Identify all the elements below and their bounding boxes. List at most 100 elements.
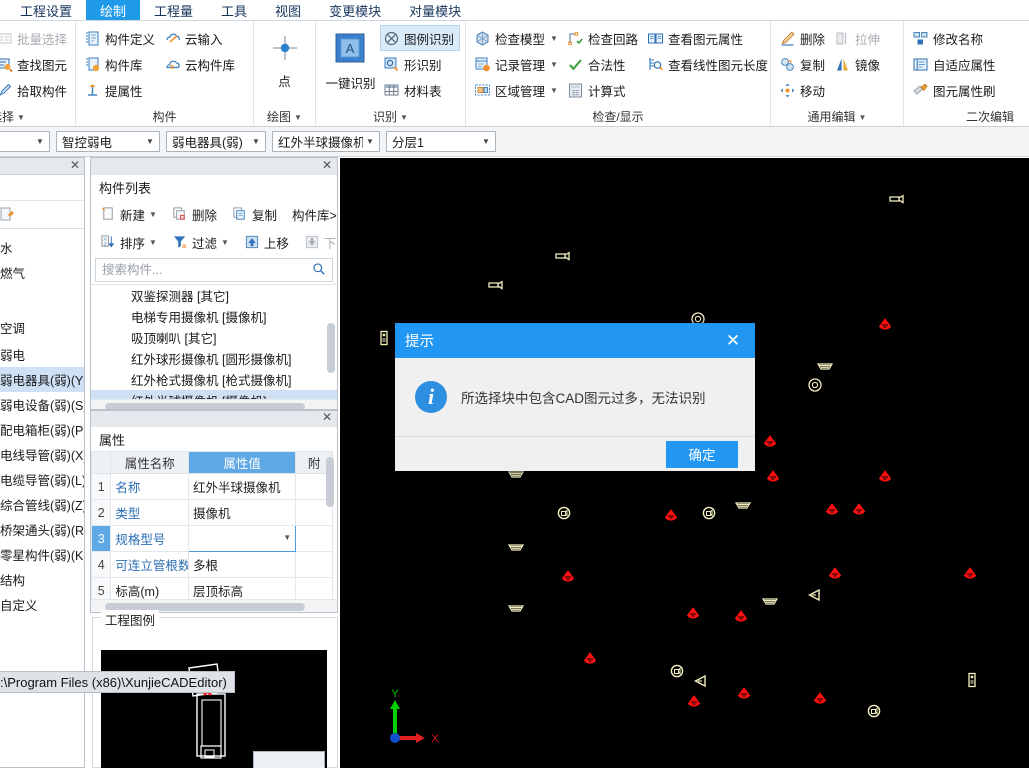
tree-node-misc-component[interactable]: 零星构件(弱)(K): [0, 542, 84, 567]
cad-symbol-dome-wide[interactable]: [507, 541, 525, 559]
cad-symbol-fan-camera[interactable]: [962, 565, 978, 583]
ribbon-item-adaptive-property[interactable]: 自适应属性: [909, 51, 1002, 77]
ribbon-item-check-model[interactable]: 检查模型 ▼: [471, 25, 564, 51]
cad-symbol-fan-camera[interactable]: [582, 650, 598, 668]
ribbon-item-area-manage[interactable]: 区域管理 ▼: [471, 77, 564, 103]
table-row[interactable]: 4 可连立管根数 多根: [91, 551, 333, 578]
cad-symbol-device-tall[interactable]: [376, 330, 392, 348]
ok-button[interactable]: 确定: [666, 440, 738, 468]
tree-node-integrated-pipe[interactable]: 综合管线(弱)(Z): [0, 492, 84, 517]
ribbon-item-formula[interactable]: 计算式: [564, 77, 644, 103]
cad-symbol-dome-wide[interactable]: [761, 595, 779, 613]
ribbon-item-cloud-input[interactable]: 云输入: [161, 25, 241, 51]
combo-category[interactable]: 弱电器具(弱) ▼: [166, 131, 266, 152]
list-item[interactable]: 红外球形摄像机 [圆形摄像机]: [91, 348, 337, 369]
tree-node-water[interactable]: 水: [0, 235, 84, 260]
close-icon[interactable]: ✕: [322, 158, 332, 172]
cad-symbol-bullet-camera[interactable]: [487, 277, 503, 295]
cad-symbol-fan-camera[interactable]: [877, 468, 893, 486]
search-input[interactable]: [102, 263, 312, 277]
search-icon[interactable]: [312, 262, 326, 279]
component-sort-button[interactable]: AZ 排序 ▼: [97, 231, 160, 253]
close-icon[interactable]: ✕: [70, 158, 80, 172]
scrollbar-thumb[interactable]: [105, 403, 305, 409]
cad-symbol-dome-wide[interactable]: [507, 602, 525, 620]
tab-measure-module[interactable]: 对量模块: [395, 0, 475, 20]
tree-node-wire-conduit[interactable]: 电线导管(弱)(X): [0, 442, 84, 467]
component-delete-button[interactable]: 删除: [169, 203, 220, 225]
tree-node-gas[interactable]: 燃气: [0, 260, 84, 285]
ribbon-item-component-define[interactable]: 构件定义: [81, 25, 161, 51]
cad-symbol-fan-camera[interactable]: [824, 501, 840, 519]
cad-symbol-fan-camera[interactable]: [686, 693, 702, 711]
ribbon-group-title-general-edit[interactable]: 通用编辑 ▼: [771, 108, 903, 125]
tree-node-distribution-box[interactable]: 配电箱柜(弱)(P): [0, 417, 84, 442]
ribbon-item-property-brush[interactable]: 图元属性刷: [909, 77, 1002, 103]
list-item[interactable]: 吸顶喇叭 [其它]: [91, 327, 337, 348]
combo-layer[interactable]: 分层1 ▼: [386, 131, 496, 152]
cad-symbol-tri-camera[interactable]: [692, 673, 708, 691]
component-new-button[interactable]: 新建 ▼: [97, 203, 160, 225]
cad-symbol-circle-camera[interactable]: [866, 703, 882, 721]
ribbon-item-pick-component[interactable]: 拾取构件: [0, 77, 73, 103]
ribbon-item-move[interactable]: 移动: [776, 77, 831, 103]
ribbon-item-validity[interactable]: 合法性: [564, 51, 644, 77]
cad-symbol-fan-camera[interactable]: [685, 605, 701, 623]
row-property-value[interactable]: 红外半球摄像机: [187, 473, 297, 500]
tree-node-custom[interactable]: 自定义: [0, 592, 84, 617]
cad-symbol-tri-camera[interactable]: [806, 587, 822, 605]
close-icon[interactable]: ✕: [721, 331, 745, 351]
cad-symbol-device-tall[interactable]: [964, 672, 980, 690]
tree-node-hvac[interactable]: 空调: [0, 313, 84, 342]
table-row[interactable]: 2 类型 摄像机: [91, 499, 333, 526]
table-row[interactable]: 1 名称 红外半球摄像机: [91, 473, 333, 500]
ribbon-group-title-recognize[interactable]: 识别 ▼: [316, 108, 465, 125]
combo-discipline[interactable]: 智控弱电 ▼: [56, 131, 160, 152]
ribbon-item-rename[interactable]: 修改名称: [909, 25, 1002, 51]
cad-symbol-fan-camera[interactable]: [877, 316, 893, 334]
ribbon-item-material-table[interactable]: 材料表: [380, 77, 460, 103]
list-item[interactable]: 双鉴探测器 [其它]: [91, 285, 337, 306]
tab-view[interactable]: 视图: [261, 0, 315, 20]
cad-symbol-fan-camera[interactable]: [762, 433, 778, 451]
ribbon-item-batch-select[interactable]: 批量选择: [0, 25, 73, 51]
cad-symbol-fan-camera[interactable]: [851, 501, 867, 519]
cad-symbol-fan-camera[interactable]: [812, 690, 828, 708]
ribbon-item-extract-property[interactable]: 提属性: [81, 77, 161, 103]
component-move-up-button[interactable]: 上移: [241, 231, 292, 253]
tree-node-weak-appliance[interactable]: 弱电器具(弱)(Y): [0, 367, 84, 392]
row-property-value[interactable]: 摄像机: [187, 499, 297, 526]
ribbon-item-component-library[interactable]: 构件库: [81, 51, 161, 77]
tree-new-icon[interactable]: [0, 206, 15, 223]
row-property-value[interactable]: 多根: [187, 551, 297, 578]
cad-symbol-dome-wide[interactable]: [734, 499, 752, 517]
tab-quantity[interactable]: 工程量: [140, 0, 207, 20]
cad-symbol-circle-camera[interactable]: [556, 505, 572, 523]
row-property-value-editor[interactable]: ▼: [187, 525, 297, 552]
ribbon-item-copy[interactable]: 复制: [776, 51, 831, 77]
row-attachment[interactable]: [295, 551, 333, 578]
table-row-selected[interactable]: 3 规格型号 ▼: [91, 525, 333, 552]
tree-node-cable-conduit[interactable]: 电缆导管(弱)(L): [0, 467, 84, 492]
ribbon-item-legend-recognize[interactable]: 图例识别: [379, 25, 460, 51]
ribbon-item-record-manage[interactable]: 记录管理 ▼: [471, 51, 564, 77]
tab-project-settings[interactable]: 工程设置: [6, 0, 86, 20]
tab-tools[interactable]: 工具: [207, 0, 261, 20]
cad-symbol-fan-camera[interactable]: [736, 685, 752, 703]
cad-symbol-bullet-camera[interactable]: [888, 191, 904, 209]
combo-blank[interactable]: ▼: [0, 131, 50, 152]
component-library-link[interactable]: 构件库>>: [289, 203, 337, 225]
cad-symbol-fan-camera[interactable]: [663, 507, 679, 525]
ribbon-item-delete[interactable]: 删除: [776, 25, 831, 51]
component-move-down-button[interactable]: 下移: [301, 231, 337, 253]
tree-node-tray-fitting[interactable]: 桥架通头(弱)(R): [0, 517, 84, 542]
cad-symbol-fan-camera[interactable]: [827, 565, 843, 583]
ribbon-group-title-draw[interactable]: 绘图 ▼: [254, 108, 315, 125]
list-item[interactable]: 红外枪式摄像机 [枪式摄像机]: [91, 369, 337, 390]
legend-action-button[interactable]: [253, 751, 325, 768]
cad-symbol-dome-camera[interactable]: [807, 377, 823, 395]
combo-component[interactable]: 红外半球摄像机 ▼: [272, 131, 380, 152]
ribbon-group-title-select[interactable]: 选择▼: [0, 108, 75, 125]
component-copy-button[interactable]: 复制: [229, 203, 280, 225]
component-search-box[interactable]: [95, 258, 333, 282]
